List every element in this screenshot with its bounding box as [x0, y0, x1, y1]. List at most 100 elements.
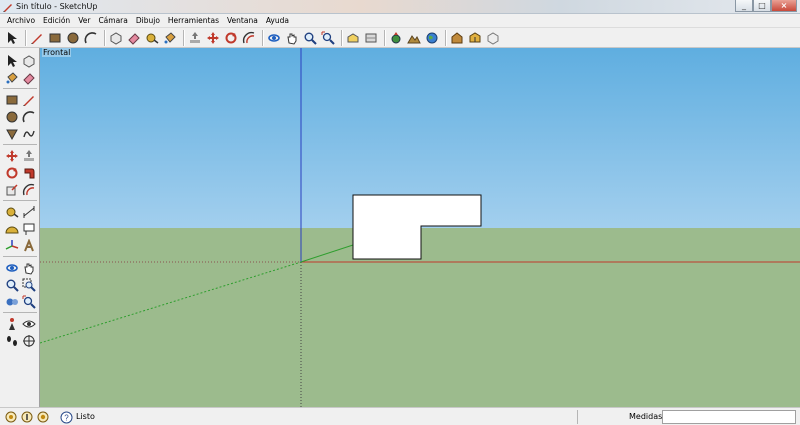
freehand-tool-button[interactable] — [20, 125, 37, 142]
3d-warehouse-button[interactable] — [449, 30, 465, 46]
previous-view-button[interactable] — [3, 293, 20, 310]
tool-row — [3, 147, 37, 164]
menu-ayuda[interactable]: Ayuda — [262, 14, 293, 27]
axes-tool-button[interactable] — [3, 237, 20, 254]
menu-edicion[interactable]: Edición — [39, 14, 74, 27]
offset-tool-button[interactable] — [20, 181, 37, 198]
circle-icon — [6, 111, 17, 122]
house-top-icon — [365, 33, 377, 42]
zoom-window-button[interactable] — [20, 276, 37, 293]
terrain-icon — [407, 34, 421, 43]
tool-row — [3, 332, 37, 349]
circle-tool-button[interactable] — [3, 108, 20, 125]
zoom-extents-button[interactable] — [20, 293, 37, 310]
top-view-button[interactable] — [363, 30, 379, 46]
eraser-tool-button[interactable] — [20, 69, 37, 86]
arc-tool-button[interactable] — [20, 108, 37, 125]
arc-tool-button[interactable] — [83, 30, 99, 46]
user-account-icon[interactable] — [37, 411, 49, 423]
zoom-tool-button[interactable] — [3, 276, 20, 293]
add-location-button[interactable] — [388, 30, 404, 46]
position-camera-button[interactable] — [3, 315, 20, 332]
protractor-icon — [4, 226, 19, 233]
select-tool-button[interactable] — [4, 30, 20, 46]
paint-bucket-button[interactable] — [3, 69, 20, 86]
look-around-button[interactable] — [20, 315, 37, 332]
walk-tool-button[interactable] — [3, 332, 20, 349]
arc-icon — [22, 110, 34, 122]
menu-dibujo[interactable]: Dibujo — [132, 14, 164, 27]
text-tool-button[interactable] — [20, 220, 37, 237]
close-button[interactable]: × — [771, 0, 797, 12]
scale-tool-button[interactable] — [3, 181, 20, 198]
eye-icon — [21, 320, 36, 327]
move-tool-button[interactable] — [3, 147, 20, 164]
window-controls: _ □ × — [735, 0, 797, 12]
push-pull-button[interactable] — [20, 147, 37, 164]
drawing-viewport[interactable]: Frontal — [40, 48, 800, 407]
line-tool-button[interactable] — [20, 91, 37, 108]
share-model-button[interactable] — [467, 30, 483, 46]
section-plane-button[interactable] — [20, 332, 37, 349]
polygon-icon — [5, 129, 18, 140]
orbit-tool-button[interactable] — [266, 30, 282, 46]
tool-row — [3, 315, 37, 332]
follow-me-button[interactable] — [20, 164, 37, 181]
rotate-tool-button[interactable] — [3, 164, 20, 181]
maximize-button[interactable]: □ — [753, 0, 771, 12]
polygon-tool-button[interactable] — [3, 125, 20, 142]
scene-canvas — [40, 48, 800, 407]
rotate-tool-button[interactable] — [223, 30, 239, 46]
pan-tool-button[interactable] — [20, 259, 37, 276]
rectangle-tool-button[interactable] — [3, 91, 20, 108]
menu-ver[interactable]: Ver — [74, 14, 94, 27]
previous-view-button[interactable] — [345, 30, 361, 46]
palette-separator — [3, 312, 37, 313]
menu-archivo[interactable]: Archivo — [3, 14, 39, 27]
menu-camara[interactable]: Cámara — [94, 14, 131, 27]
toggle-terrain-button[interactable] — [406, 30, 422, 46]
offset-tool-button[interactable] — [241, 30, 257, 46]
protractor-tool-button[interactable] — [3, 220, 20, 237]
pan-tool-button[interactable] — [284, 30, 300, 46]
toolbar-separator — [104, 29, 105, 46]
l-shaped-face[interactable] — [352, 194, 482, 260]
paint-bucket-button[interactable] — [162, 30, 178, 46]
component-icon — [23, 54, 34, 68]
push-pull-icon — [190, 31, 200, 43]
google-earth-button[interactable] — [424, 30, 440, 46]
menu-herramientas[interactable]: Herramientas — [164, 14, 223, 27]
minimize-button[interactable]: _ — [735, 0, 753, 12]
help-icon[interactable]: ? — [60, 411, 73, 424]
line-tool-button[interactable] — [29, 30, 45, 46]
zoom-tool-button[interactable] — [302, 30, 318, 46]
hand-icon — [287, 33, 297, 45]
eraser-tool-button[interactable] — [126, 30, 142, 46]
rectangle-icon — [6, 95, 17, 104]
push-pull-button[interactable] — [187, 30, 203, 46]
3d-text-button[interactable] — [20, 237, 37, 254]
credits-icon[interactable] — [21, 411, 33, 423]
make-component-button[interactable] — [20, 52, 37, 69]
paint-bucket-icon — [164, 31, 176, 43]
tape-measure-button[interactable] — [3, 203, 20, 220]
orbit-tool-button[interactable] — [3, 259, 20, 276]
warehouse-icon — [451, 31, 463, 43]
zoom-extents-button[interactable] — [320, 30, 336, 46]
menu-ventana[interactable]: Ventana — [223, 14, 262, 27]
circle-tool-button[interactable] — [65, 30, 81, 46]
measurements-input[interactable] — [662, 410, 796, 424]
share-model-icon — [469, 31, 481, 42]
rectangle-tool-button[interactable] — [47, 30, 63, 46]
move-tool-button[interactable] — [205, 30, 221, 46]
push-pull-icon — [23, 149, 34, 161]
select-tool-button[interactable] — [3, 52, 20, 69]
toolbar-separator — [341, 29, 342, 46]
share-component-button[interactable] — [485, 30, 501, 46]
make-component-button[interactable] — [108, 30, 124, 46]
dimension-tool-button[interactable] — [20, 203, 37, 220]
geo-location-icon[interactable] — [5, 411, 17, 423]
tape-measure-button[interactable] — [144, 30, 160, 46]
title-bar: Sin título - SketchUp _ □ × — [0, 0, 800, 14]
orbit-icon — [5, 263, 18, 272]
